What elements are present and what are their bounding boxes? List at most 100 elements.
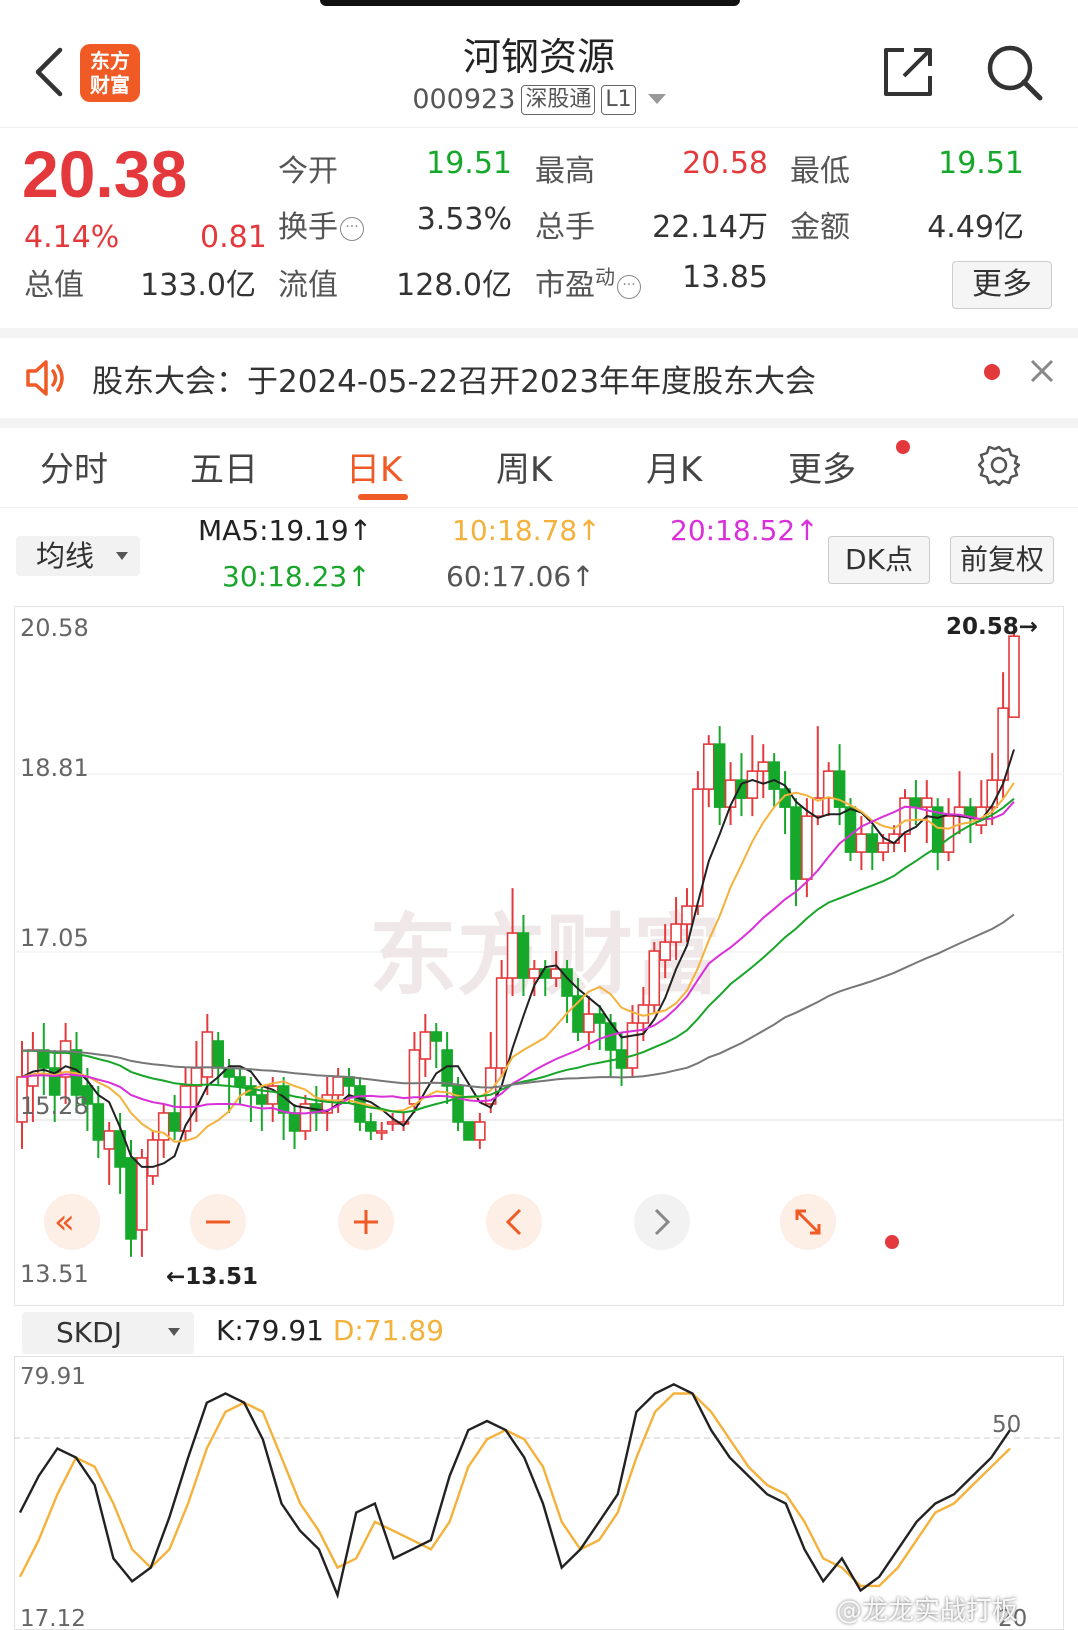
ma5-value: MA5:19.19↑ bbox=[198, 514, 373, 547]
candle bbox=[702, 743, 715, 790]
double-chevron-left-icon: « bbox=[54, 1202, 75, 1242]
pe-label-text: 市盈 bbox=[535, 268, 595, 303]
candle bbox=[103, 1130, 116, 1150]
active-tab-indicator bbox=[358, 494, 408, 500]
zoom-in-button[interactable] bbox=[338, 1194, 394, 1250]
more-quote-button[interactable]: 更多 bbox=[952, 261, 1052, 309]
forward-adjust-button[interactable]: 前复权 bbox=[950, 536, 1054, 584]
app-header: 东方 财富 河钢资源 000923 深股通 L1 bbox=[0, 0, 1078, 128]
candle bbox=[670, 923, 682, 943]
candle bbox=[452, 1085, 464, 1123]
tab-weekly-k[interactable]: 周K bbox=[496, 442, 552, 491]
candle bbox=[386, 1121, 399, 1125]
sub-indicator-label: SKDJ bbox=[56, 1316, 122, 1349]
candle bbox=[790, 806, 802, 880]
shenzhen-connect-tag: 深股通 bbox=[521, 85, 596, 115]
tab-daily-k[interactable]: 日K bbox=[346, 442, 402, 491]
candle bbox=[681, 905, 693, 925]
high-label: 最高 bbox=[535, 154, 595, 189]
amount-value: 4.49亿 bbox=[927, 210, 1024, 245]
candle bbox=[648, 950, 661, 1006]
candle bbox=[419, 1031, 432, 1060]
section-divider bbox=[0, 328, 1078, 338]
candle bbox=[168, 1112, 181, 1132]
share-icon[interactable] bbox=[880, 44, 936, 100]
candle bbox=[746, 770, 759, 799]
change-amount: 0.81 bbox=[200, 220, 267, 255]
section-divider bbox=[0, 418, 1078, 428]
y-tick-label: 18.81 bbox=[20, 754, 89, 782]
tab-monthly-k[interactable]: 月K bbox=[646, 442, 702, 491]
pe-label: 市盈动 ··· bbox=[535, 260, 641, 304]
caret-down-icon bbox=[647, 94, 666, 104]
candle bbox=[288, 1112, 301, 1132]
k-value: K:79.91 bbox=[216, 1314, 324, 1347]
candle bbox=[768, 761, 780, 790]
notice-bar[interactable]: 股东大会：于2024-05-22召开2023年年度股东大会 bbox=[0, 338, 1078, 418]
candle bbox=[659, 941, 671, 961]
amount-label: 金额 bbox=[790, 210, 850, 245]
kdj-y-tick-mid: 50 bbox=[992, 1412, 1021, 1438]
candle bbox=[593, 1013, 606, 1024]
candle bbox=[997, 707, 1009, 781]
candle bbox=[201, 1031, 214, 1078]
tab-more[interactable]: 更多 bbox=[788, 442, 856, 491]
y-tick-label: 13.51 bbox=[20, 1260, 89, 1288]
candle bbox=[713, 743, 726, 808]
candle bbox=[855, 833, 868, 853]
turnover-label: 换手 ··· bbox=[278, 202, 364, 246]
pe-label-sup: 动 bbox=[595, 265, 615, 289]
candle bbox=[964, 806, 977, 817]
zoom-out-button[interactable] bbox=[190, 1194, 246, 1250]
step-forward-button[interactable] bbox=[634, 1194, 690, 1250]
quote-panel: 20.38 4.14% 0.81 今开 19.51 最高 20.58 最低 19… bbox=[0, 128, 1078, 328]
tab-intraday[interactable]: 分时 bbox=[40, 442, 108, 491]
candle bbox=[430, 1031, 443, 1042]
close-icon[interactable] bbox=[1024, 353, 1060, 389]
change-percent: 4.14% bbox=[24, 220, 120, 255]
info-icon[interactable]: ··· bbox=[340, 217, 364, 241]
kdj-values: K:79.91 D:71.89 bbox=[216, 1314, 444, 1347]
indicator-selector[interactable]: 均线 bbox=[16, 536, 140, 576]
candle bbox=[844, 806, 857, 853]
candle bbox=[757, 761, 770, 772]
candle bbox=[375, 1130, 388, 1134]
candle bbox=[724, 779, 737, 808]
candle bbox=[899, 797, 911, 835]
candle bbox=[495, 977, 508, 1069]
kdj-y-tick-max: 79.91 bbox=[20, 1364, 86, 1390]
candle bbox=[506, 932, 519, 979]
turnover-value: 3.53% bbox=[416, 202, 512, 237]
high-value: 20.58 bbox=[682, 146, 768, 181]
dk-point-button[interactable]: DK点 bbox=[828, 536, 930, 584]
candlestick-chart[interactable]: 东方财富 20.58 18.81 17.05 15.28 13.51 20.58… bbox=[14, 606, 1064, 1306]
market-cap-label: 总值 bbox=[24, 268, 84, 303]
candle bbox=[212, 1040, 225, 1069]
pe-value: 13.85 bbox=[682, 260, 768, 295]
turnover-label-text: 换手 bbox=[278, 210, 338, 245]
candle bbox=[877, 842, 889, 853]
step-back-button[interactable] bbox=[486, 1194, 542, 1250]
watermark-text: @龙龙实战打板 bbox=[836, 1596, 1019, 1626]
fast-back-button[interactable]: « bbox=[44, 1194, 100, 1250]
candle bbox=[365, 1121, 377, 1132]
current-price: 20.38 bbox=[22, 137, 188, 211]
sub-indicator-selector[interactable]: SKDJ bbox=[22, 1312, 194, 1354]
y-tick-label: 20.58 bbox=[20, 614, 89, 642]
caret-down-icon bbox=[168, 1328, 180, 1336]
notice-text: 股东大会：于2024-05-22召开2023年年度股东大会 bbox=[92, 364, 817, 400]
info-icon[interactable]: ··· bbox=[617, 275, 641, 299]
open-value: 19.51 bbox=[426, 146, 512, 181]
gear-icon[interactable] bbox=[978, 444, 1020, 486]
candle bbox=[408, 1049, 421, 1105]
fullscreen-button[interactable] bbox=[780, 1194, 836, 1250]
chart-period-tabs: 分时 五日 日K 周K 月K 更多 bbox=[0, 428, 1078, 508]
candle bbox=[332, 1076, 344, 1096]
skdj-chart[interactable]: 79.91 50 17.12 20 bbox=[14, 1356, 1064, 1630]
candle bbox=[1008, 635, 1020, 718]
tab-five-day[interactable]: 五日 bbox=[190, 442, 258, 491]
candle bbox=[256, 1094, 268, 1105]
search-icon[interactable] bbox=[984, 42, 1044, 102]
d-line bbox=[18, 1392, 1011, 1588]
candle bbox=[474, 1121, 486, 1141]
